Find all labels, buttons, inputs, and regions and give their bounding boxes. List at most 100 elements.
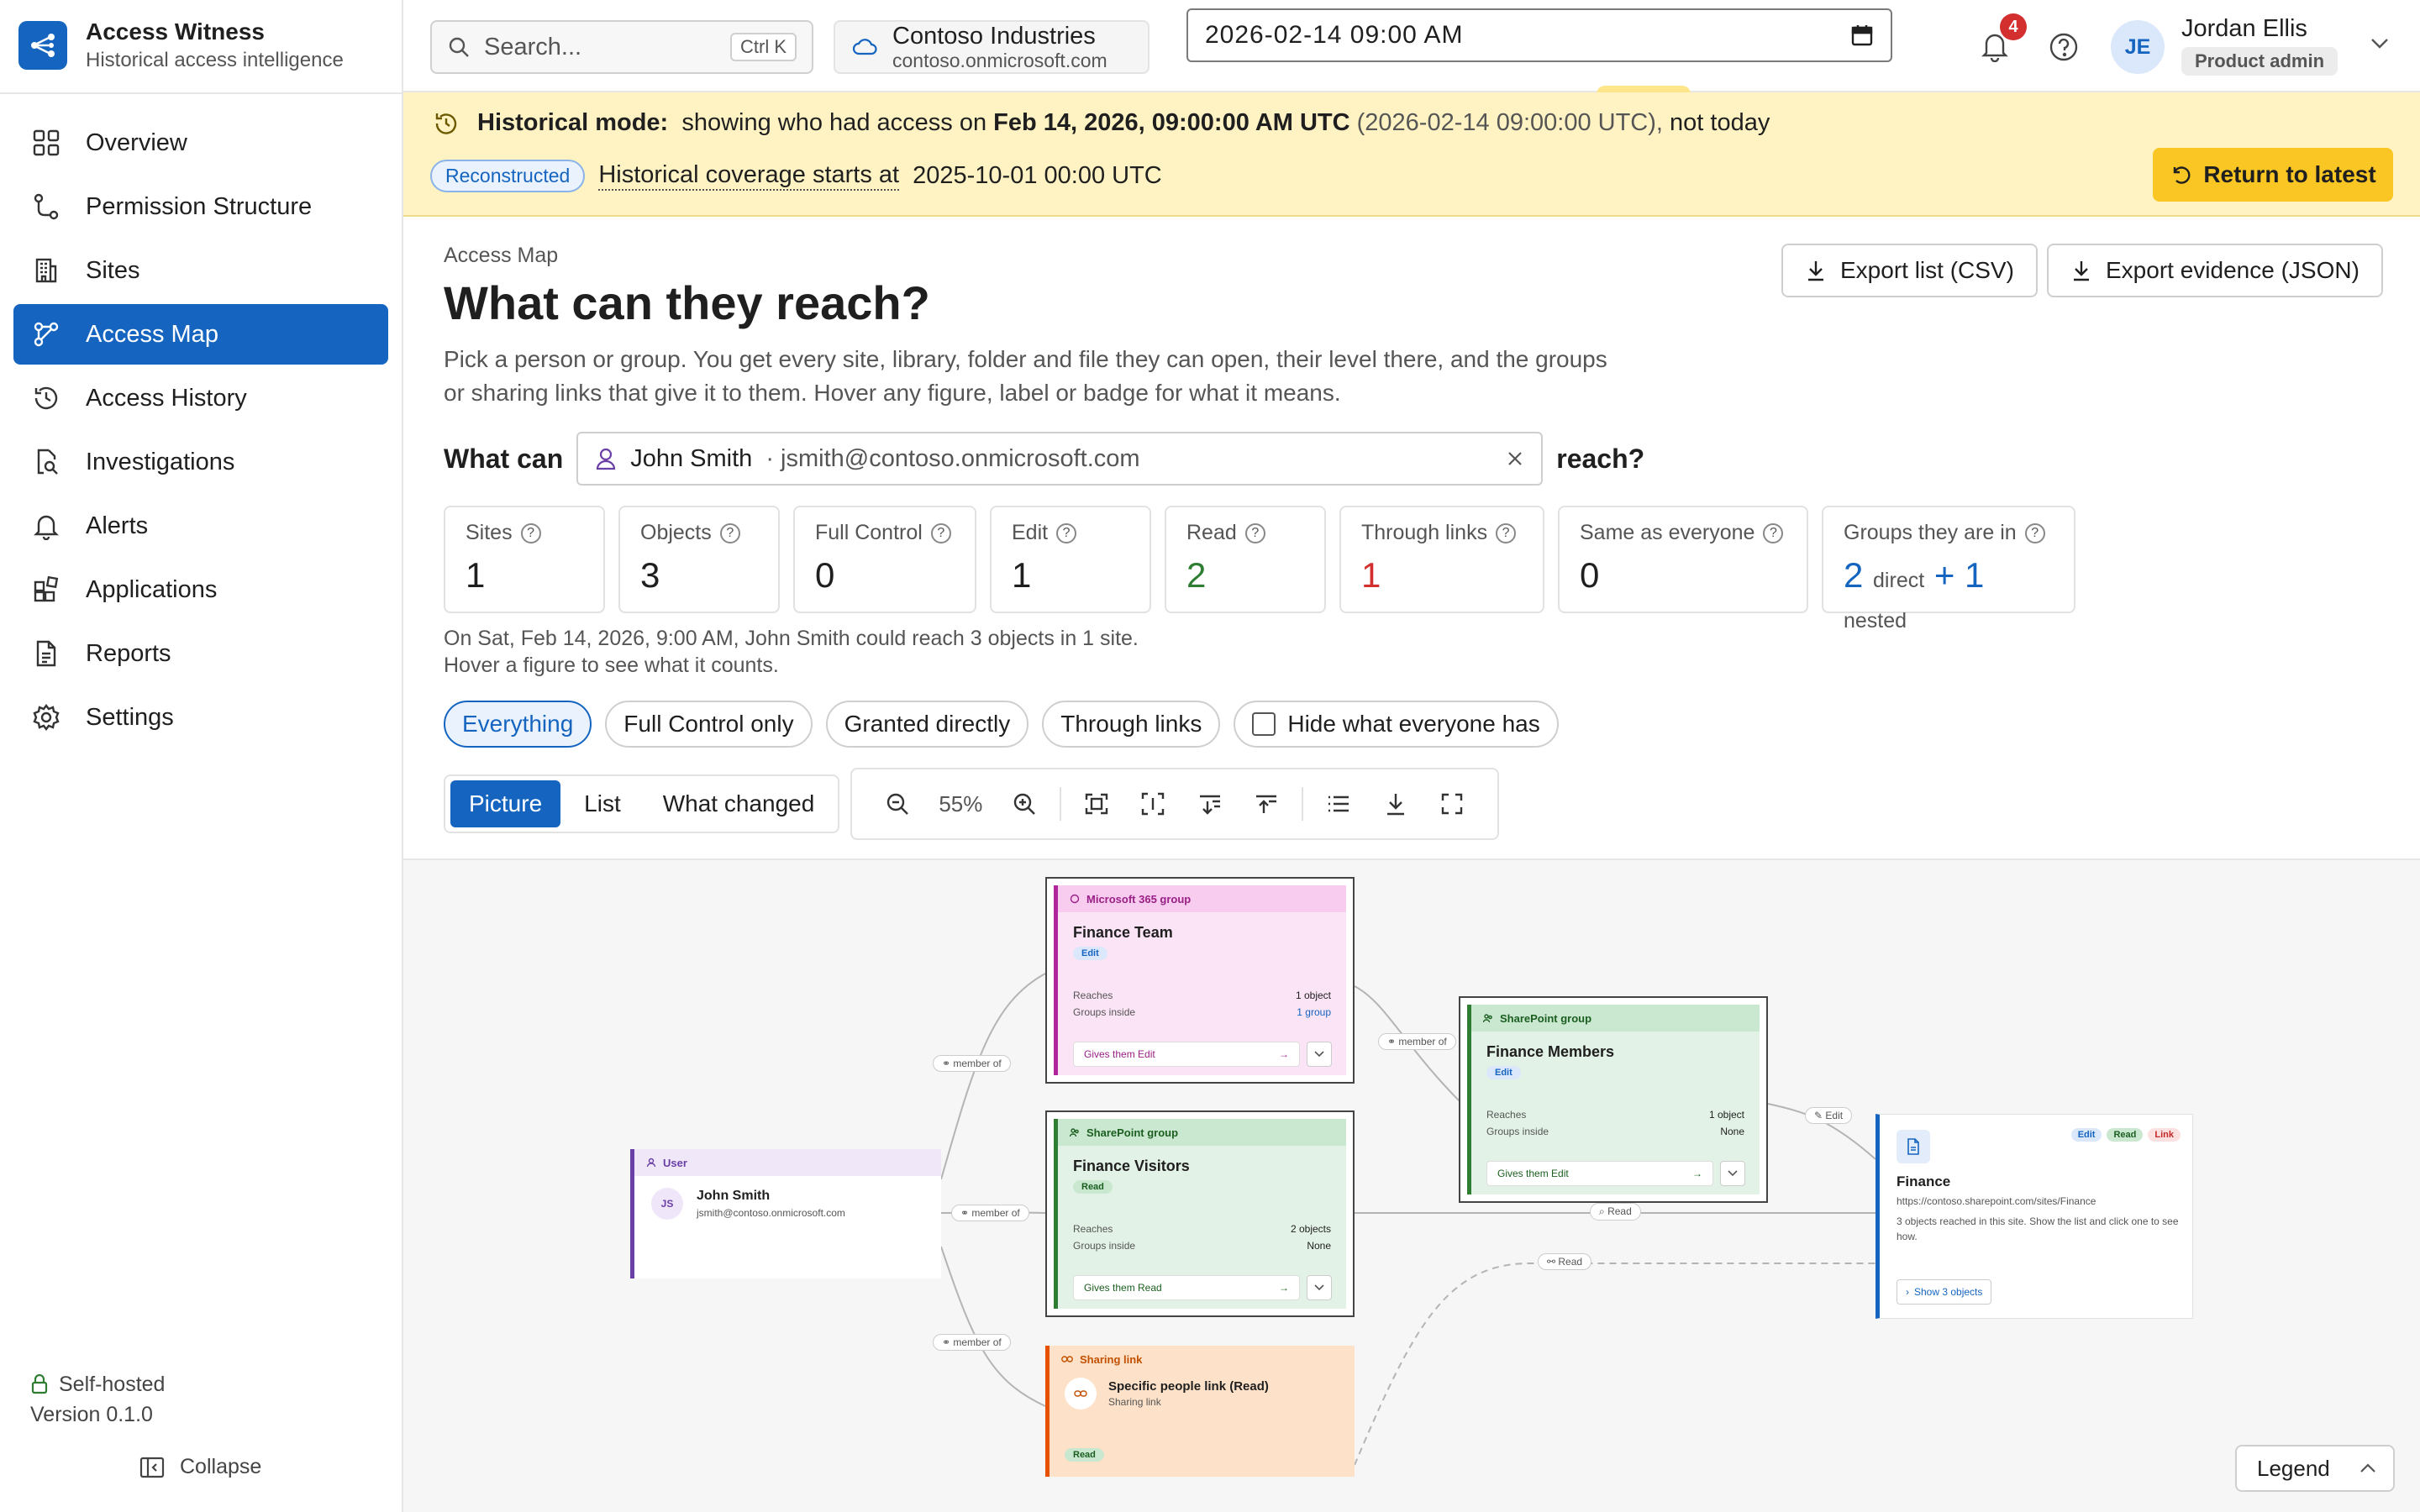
hide-everyone-toggle[interactable]: Hide what everyone has [1234, 701, 1559, 748]
sharing-link-node[interactable]: Sharing link Specific people link (Read)… [1045, 1346, 1355, 1477]
sidebar-item-label: Settings [86, 703, 174, 731]
zoom-out-button[interactable] [869, 779, 926, 829]
help-icon[interactable]: ? [520, 522, 541, 543]
site-node-finance[interactable]: Edit Read Link Finance https://contoso.s… [1876, 1114, 2193, 1319]
expand-caret-button[interactable] [1720, 1161, 1745, 1186]
help-icon[interactable]: ? [1056, 522, 1077, 543]
building-icon [32, 256, 60, 285]
help-icon[interactable]: ? [2024, 522, 2045, 543]
datetime-input[interactable]: 2026-02-14 09:00 AM [1186, 8, 1892, 62]
sharepoint-group-icon [1070, 1127, 1080, 1137]
node-type-label: Microsoft 365 group [1086, 892, 1192, 906]
view-switcher: Picture List What changed [444, 774, 840, 833]
stat-same-as-everyone[interactable]: Same as everyone? 0 [1558, 506, 1808, 613]
download-icon [2070, 259, 2092, 282]
gives-button[interactable]: Gives them Read → [1073, 1275, 1300, 1300]
view-list[interactable]: List [566, 780, 639, 827]
stat-full-control[interactable]: Full Control? 0 [793, 506, 976, 613]
list-toggle-button[interactable] [1310, 779, 1367, 829]
help-icon[interactable]: ? [1244, 522, 1265, 543]
node-body: Edit Read Link Finance https://contoso.s… [1876, 1114, 2193, 1319]
group-node-finance-members[interactable]: SharePoint group Finance Members Edit Re… [1459, 996, 1768, 1203]
calendar-icon[interactable] [1850, 24, 1874, 47]
user-avatar[interactable]: JE [2111, 20, 2165, 74]
help-icon[interactable]: ? [1496, 522, 1517, 543]
node-type-label: SharePoint group [1086, 1126, 1179, 1139]
gives-button[interactable]: Gives them Edit → [1073, 1042, 1300, 1067]
checkbox[interactable] [1252, 712, 1276, 736]
gives-button[interactable]: Gives them Edit → [1486, 1161, 1713, 1186]
stat-through-links[interactable]: Through links? 1 [1339, 506, 1544, 613]
brand[interactable]: Access Witness Historical access intelli… [18, 18, 344, 72]
filter-granted-directly[interactable]: Granted directly [825, 701, 1029, 748]
sidebar-item-alerts[interactable]: Alerts [13, 496, 388, 556]
banner-text-suffix: not today [1670, 109, 1770, 136]
filter-full-control[interactable]: Full Control only [605, 701, 813, 748]
meta-value: None [1307, 1240, 1331, 1252]
coverage-label[interactable]: Historical coverage starts at [598, 161, 900, 191]
sidebar-item-reports[interactable]: Reports [13, 623, 388, 684]
stat-objects[interactable]: Objects? 3 [618, 506, 780, 613]
tenant-switcher[interactable]: Contoso Industries contoso.onmicrosoft.c… [834, 20, 1150, 74]
stat-edit[interactable]: Edit? 1 [990, 506, 1151, 613]
help-icon[interactable]: ? [930, 522, 951, 543]
chevron-down-icon[interactable] [2370, 37, 2390, 50]
sidebar-divider [0, 92, 403, 94]
expand-caret-button[interactable] [1307, 1042, 1332, 1067]
export-json-button[interactable]: Export evidence (JSON) [2047, 244, 2383, 297]
export-csv-button[interactable]: Export list (CSV) [1781, 244, 2038, 297]
view-picture[interactable]: Picture [450, 780, 561, 827]
chevron-down-icon [1728, 1170, 1738, 1177]
subject-picker-input[interactable]: John Smith · jsmith@contoso.onmicrosoft.… [576, 432, 1544, 486]
meta-value: 1 object [1708, 1109, 1744, 1121]
stat-sites[interactable]: Sites? 1 [444, 506, 605, 613]
link-icon [1065, 1378, 1097, 1410]
level-badge: Edit [1073, 947, 1107, 960]
access-map-canvas[interactable]: ⚭ member of ⚭ member of ⚭ member of ⚭ me… [403, 858, 2420, 1512]
help-icon[interactable]: ? [1763, 522, 1784, 543]
legend-button[interactable]: Legend [2235, 1445, 2395, 1492]
stat-value: 3 [640, 555, 660, 595]
sidebar-item-overview[interactable]: Overview [13, 113, 388, 173]
help-icon[interactable] [2049, 32, 2079, 62]
show-objects-button[interactable]: › Show 3 objects [1897, 1279, 1992, 1305]
stat-read[interactable]: Read? 2 [1165, 506, 1326, 613]
stat-label: Same as everyone [1580, 521, 1755, 544]
page-intro: Pick a person or group. You get every si… [444, 346, 1607, 406]
sidebar-item-access-history[interactable]: Access History [13, 368, 388, 428]
filter-through-links[interactable]: Through links [1042, 701, 1221, 748]
user-name[interactable]: Jordan Ellis [2181, 15, 2307, 43]
collapse-button[interactable]: Collapse [139, 1455, 261, 1479]
fit-view-button[interactable] [1068, 779, 1125, 829]
edge-label-read: ⚯ Read [1538, 1253, 1592, 1270]
sidebar-item-applications[interactable]: Applications [13, 559, 388, 620]
search-input[interactable]: Search... Ctrl K [430, 20, 813, 74]
group-node-finance-visitors[interactable]: SharePoint group Finance Visitors Read R… [1045, 1110, 1355, 1317]
tenant-domain: contoso.onmicrosoft.com [892, 49, 1107, 71]
node-body: Microsoft 365 group Finance Team Edit Re… [1054, 885, 1346, 1075]
collapse-all-button[interactable] [1181, 779, 1239, 829]
fullscreen-button[interactable] [1423, 779, 1481, 829]
breadcrumb[interactable]: Access Map [444, 244, 558, 268]
banner-message: Historical mode: showing who had access … [434, 109, 1770, 137]
edge-label-member-of: ⚭ member of [933, 1055, 1011, 1072]
zoom-in-button[interactable] [996, 779, 1053, 829]
stat-groups[interactable]: Groups they are in? 2 direct + 1 nested [1822, 506, 2075, 633]
filter-everything[interactable]: Everything [444, 701, 592, 748]
return-to-latest-button[interactable]: Return to latest [2153, 148, 2393, 202]
meta-value[interactable]: 1 group [1297, 1006, 1331, 1018]
fit-selection-button[interactable] [1124, 779, 1181, 829]
group-node-finance-team[interactable]: Microsoft 365 group Finance Team Edit Re… [1045, 877, 1355, 1084]
sidebar-item-permission-structure[interactable]: Permission Structure [13, 176, 388, 237]
sidebar-item-settings[interactable]: Settings [13, 687, 388, 748]
help-icon[interactable]: ? [719, 522, 740, 543]
view-what-changed[interactable]: What changed [644, 780, 834, 827]
expand-all-button[interactable] [1239, 779, 1296, 829]
sidebar-item-investigations[interactable]: Investigations [13, 432, 388, 492]
expand-caret-button[interactable] [1307, 1275, 1332, 1300]
download-image-button[interactable] [1367, 779, 1424, 829]
sidebar-item-sites[interactable]: Sites [13, 240, 388, 301]
clear-icon[interactable] [1506, 449, 1524, 468]
sidebar-item-access-map[interactable]: Access Map [13, 304, 388, 365]
user-node[interactable]: User JS John Smith jsmith@contoso.onmicr… [630, 1149, 941, 1278]
